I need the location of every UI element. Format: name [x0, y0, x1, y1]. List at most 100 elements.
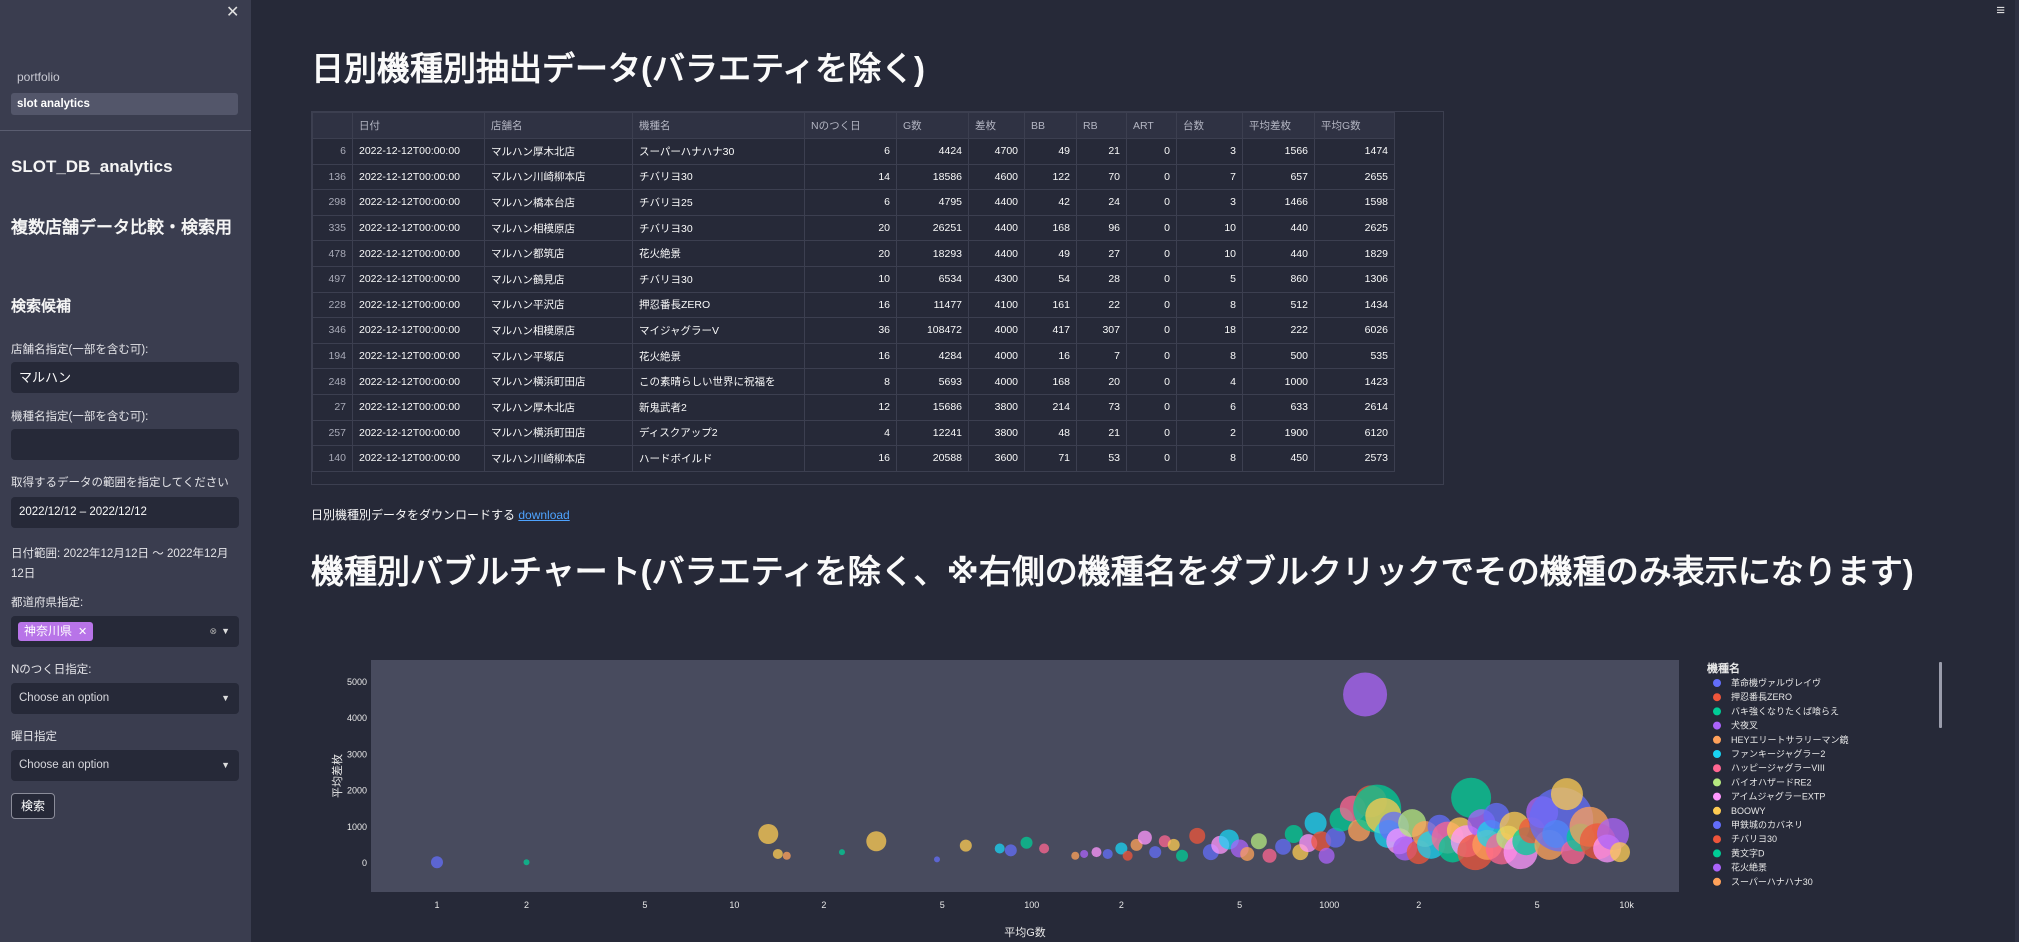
clear-icon[interactable]: ⊗ [209, 616, 217, 647]
table-row[interactable]: 136 2022-12-12T00:00:00 マルハン川崎柳本店 チバリヨ30 14 1… [312, 163, 1395, 191]
table-cell: 8 [1176, 342, 1243, 370]
column-header[interactable]: 台数 [1176, 112, 1243, 139]
table-cell: マルハン川崎柳本店 [484, 163, 633, 191]
data-table[interactable]: 日付 店舗名 機種名 Nのつく日 G数 差枚 BB RB ART 台数 平均差枚 平均G数 6 2022… [311, 111, 1444, 485]
table-cell: 16 [804, 342, 897, 370]
table-cell: 3800 [968, 393, 1025, 421]
table-row[interactable]: 478 2022-12-12T00:00:00 マルハン都筑店 花火絶景 20 18293… [312, 240, 1395, 267]
table-row[interactable]: 298 2022-12-12T00:00:00 マルハン橋本台店 チバリヨ25 6 479… [312, 189, 1395, 216]
close-sidebar-icon[interactable]: ✕ [226, 2, 239, 22]
table-cell: 押忍番長ZERO [632, 291, 805, 319]
table-row[interactable]: 248 2022-12-12T00:00:00 マルハン横浜町田店 この素晴らしい世界… [312, 368, 1395, 395]
table-cell: 335 [312, 214, 353, 242]
table-cell: 0 [1126, 138, 1177, 165]
column-header[interactable]: 平均G数 [1314, 112, 1395, 139]
table-cell: 440 [1242, 214, 1315, 242]
table-row[interactable]: 27 2022-12-12T00:00:00 マルハン厚木北店 新鬼武者2 12 1568… [312, 393, 1395, 421]
chevron-down-icon[interactable]: ▼ [221, 750, 230, 781]
table-cell: 20588 [896, 445, 969, 472]
legend-title: 機種名 [1707, 661, 1740, 675]
store-input[interactable]: マルハン [11, 362, 239, 393]
column-header[interactable] [312, 112, 353, 139]
chevron-down-icon[interactable]: ▼ [221, 616, 230, 647]
nav-slot-analytics[interactable]: slot analytics [11, 93, 238, 115]
column-header[interactable]: 機種名 [632, 112, 805, 139]
table-row[interactable]: 335 2022-12-12T00:00:00 マルハン相模原店 チバリヨ30 20 26… [312, 214, 1395, 242]
table-cell: 2614 [1314, 393, 1395, 421]
table-cell: 497 [312, 265, 353, 293]
table-cell: マルハン横浜町田店 [484, 368, 633, 395]
column-header[interactable]: BB [1024, 112, 1077, 139]
search-button[interactable]: 検索 [11, 793, 55, 819]
bubble-point [1610, 842, 1631, 863]
table-cell: ハードボイルド [632, 445, 805, 472]
column-header[interactable]: G数 [896, 112, 969, 139]
legend-marker [1713, 735, 1721, 744]
table-row[interactable]: 228 2022-12-12T00:00:00 マルハン平沢店 押忍番長ZERO 16 1… [312, 291, 1395, 319]
bubble-chart[interactable]: 0 1000 2000 3000 4000 5000 1 2 5 10 2 5 100 2 5 1000 2 5 1… [311, 640, 1951, 942]
column-header[interactable]: Nのつく日 [804, 112, 897, 139]
table-cell: 512 [1242, 291, 1315, 319]
chevron-down-icon[interactable]: ▼ [221, 683, 230, 714]
nav-portfolio[interactable]: portfolio [11, 66, 238, 88]
table-cell: 4000 [968, 342, 1025, 370]
table-cell: 6 [1176, 393, 1243, 421]
table-cell: 21 [1076, 138, 1127, 165]
table-cell: 4100 [968, 291, 1025, 319]
date-range-input[interactable]: 2022/12/12 – 2022/12/12 [11, 497, 239, 528]
bubble-point [1167, 838, 1180, 851]
column-header[interactable]: 店舗名 [484, 112, 633, 139]
table-cell: 257 [312, 419, 353, 447]
bubble-point [866, 831, 887, 852]
pref-multiselect[interactable]: 神奈川県 ✕ ⊗ ▼ [11, 616, 239, 647]
column-header[interactable]: RB [1076, 112, 1127, 139]
table-cell: マルハン厚木北店 [484, 393, 633, 421]
table-cell: 194 [312, 342, 353, 370]
dow-select[interactable]: Choose an option ▼ [11, 750, 239, 781]
legend-marker [1713, 693, 1721, 702]
table-row[interactable]: 257 2022-12-12T00:00:00 マルハン横浜町田店 ディスクアップ2 4… [312, 419, 1395, 447]
bubble-chart-title: 機種別バブルチャート(バラエティを除く、※右側の機種名をダブルクリックでその機種… [311, 553, 1914, 590]
table-row[interactable]: 497 2022-12-12T00:00:00 マルハン鶴見店 チバリヨ30 10 653… [312, 265, 1395, 293]
table-cell: 346 [312, 317, 353, 344]
table-cell: 0 [1126, 265, 1177, 293]
machine-input[interactable] [11, 429, 239, 460]
table-cell: マルハン相模原店 [484, 317, 633, 344]
table-row[interactable]: 194 2022-12-12T00:00:00 マルハン平塚店 花火絶景 16 4284 4… [312, 342, 1395, 370]
table-cell: 18 [1176, 317, 1243, 344]
table-cell: 6120 [1314, 419, 1395, 447]
table-row[interactable]: 346 2022-12-12T00:00:00 マルハン相模原店 マイジャグラーV 36… [312, 317, 1395, 344]
table-cell: 0 [1126, 317, 1177, 344]
column-header[interactable]: ART [1126, 112, 1177, 139]
table-cell: 36 [804, 317, 897, 344]
legend-marker [1713, 792, 1721, 801]
x-axis-title: 平均G数 [1004, 926, 1046, 939]
bubble-point [1149, 846, 1162, 859]
download-line: 日別機種別データをダウンロードする download [311, 506, 570, 523]
scrollbar[interactable] [2015, 0, 2019, 942]
table-cell: 20 [804, 240, 897, 267]
bubble-point [1071, 851, 1080, 860]
table-row[interactable]: 6 2022-12-12T00:00:00 マルハン厚木北店 スーパーハナハナ30 6 4… [312, 138, 1395, 165]
bubble-point [1004, 844, 1017, 857]
column-header[interactable]: 差枚 [968, 112, 1025, 139]
table-cell: 0 [1126, 189, 1177, 216]
table-cell: 10 [1176, 214, 1243, 242]
n-day-select[interactable]: Choose an option ▼ [11, 683, 239, 714]
remove-tag-icon[interactable]: ✕ [78, 626, 87, 638]
right-strip [1977, 0, 2019, 942]
table-cell: 11477 [896, 291, 969, 319]
table-row[interactable]: 140 2022-12-12T00:00:00 マルハン川崎柳本店 ハードボイルド 16… [312, 445, 1395, 472]
column-header[interactable]: 日付 [352, 112, 485, 139]
hamburger-menu-icon[interactable]: ≡ [1996, 2, 2005, 19]
table-cell: 3 [1176, 189, 1243, 216]
x-tick-label: 5 [1237, 900, 1242, 910]
table-cell: 24 [1076, 189, 1127, 216]
table-cell: 1466 [1242, 189, 1315, 216]
download-link[interactable]: download [518, 508, 569, 522]
bubble-point [1189, 827, 1206, 844]
column-header[interactable]: 平均差枚 [1242, 112, 1315, 139]
table-cell: 307 [1076, 317, 1127, 344]
table-cell: 860 [1242, 265, 1315, 293]
y-tick-label: 5000 [347, 677, 367, 687]
